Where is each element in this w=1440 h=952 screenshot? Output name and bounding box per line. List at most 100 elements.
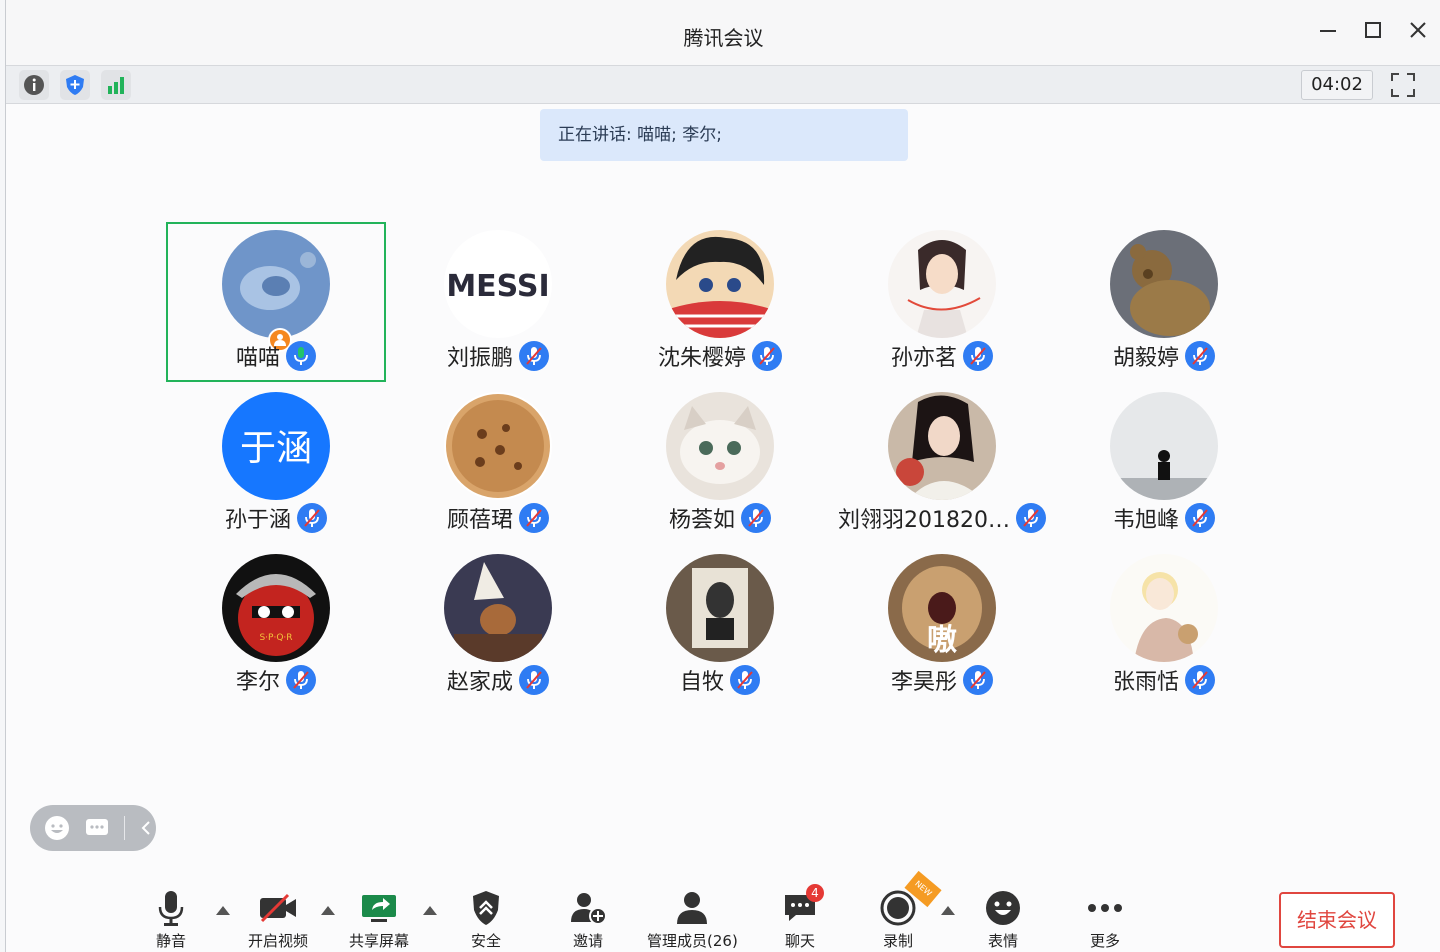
participant-avatar: S·P·Q·R xyxy=(222,554,330,662)
meeting-info-button[interactable] xyxy=(19,70,49,100)
participant-avatar xyxy=(666,392,774,500)
window-title: 腾讯会议 xyxy=(683,26,764,50)
mic-muted-icon xyxy=(519,503,549,533)
close-button[interactable] xyxy=(1404,20,1432,48)
chat-unread-badge: 4 xyxy=(806,884,824,902)
participant-name: 韦旭峰 xyxy=(1112,508,1179,533)
mute-options-arrow[interactable] xyxy=(216,906,230,915)
participant-tile[interactable]: 张雨恬 xyxy=(1054,546,1274,706)
maximize-button[interactable] xyxy=(1359,20,1387,48)
participant-name-row: 李昊彤 xyxy=(832,664,1052,696)
smiley-icon xyxy=(986,891,1020,925)
chevron-left-icon[interactable] xyxy=(139,818,153,838)
mic-muted-icon xyxy=(759,347,775,365)
meeting-timer: 04:02 xyxy=(1301,70,1373,100)
emoji-label: 表情 xyxy=(987,932,1018,950)
participant-tile[interactable]: 胡毅婷 xyxy=(1054,222,1274,382)
participant-tile[interactable]: 自牧 xyxy=(610,546,830,706)
participant-name-row: 赵家成 xyxy=(388,664,608,696)
mic-muted-icon xyxy=(1016,503,1046,533)
participant-avatar xyxy=(666,230,774,338)
mute-button[interactable]: 静音 xyxy=(128,888,214,951)
mic-muted-icon xyxy=(730,665,760,695)
participant-avatar xyxy=(888,392,996,500)
minimize-button[interactable] xyxy=(1314,20,1342,48)
participant-tile[interactable]: 顾蓓珺 xyxy=(388,384,608,544)
mic-muted-icon xyxy=(526,509,542,527)
participant-name: 刘振鹏 xyxy=(446,346,513,371)
participant-tile[interactable]: 于涵 孙于涵 xyxy=(166,384,386,544)
mic-muted-icon xyxy=(970,347,986,365)
participant-avatar xyxy=(1110,554,1218,662)
floating-reaction-pill[interactable] xyxy=(30,805,156,851)
participant-tile[interactable]: 赵家成 xyxy=(388,546,608,706)
svg-text:嗷: 嗷 xyxy=(927,623,957,658)
participant-name-row: 胡毅婷 xyxy=(1054,340,1274,372)
participant-name: 顾蓓珺 xyxy=(446,508,513,533)
participant-tile[interactable]: 刘翎羽2018200... xyxy=(832,384,1052,544)
security-status-button[interactable] xyxy=(60,70,90,100)
fullscreen-icon xyxy=(1391,73,1415,97)
record-button[interactable]: NEW 录制 xyxy=(855,870,942,951)
close-icon xyxy=(1410,22,1426,38)
emoji-button[interactable]: 表情 xyxy=(960,888,1046,951)
chat-button[interactable]: 4 聊天 xyxy=(757,884,843,951)
video-options-arrow[interactable] xyxy=(321,906,335,915)
svg-text:S·P·Q·R: S·P·Q·R xyxy=(259,633,292,643)
mic-muted-icon xyxy=(963,341,993,371)
participant-tile[interactable]: S·P·Q·R 李尔 xyxy=(166,546,386,706)
microphone-icon xyxy=(158,891,184,926)
mic-muted-icon xyxy=(748,509,764,527)
invite-user-icon xyxy=(571,893,607,925)
participant-name-row: 杨荟如 xyxy=(610,502,830,534)
mic-muted-icon xyxy=(286,665,316,695)
participant-tile[interactable]: MESSI 刘振鹏 xyxy=(388,222,608,382)
participant-name: 杨荟如 xyxy=(668,508,735,533)
fullscreen-button[interactable] xyxy=(1388,70,1418,100)
record-options-arrow[interactable] xyxy=(941,906,955,915)
mic-muted-icon xyxy=(963,665,993,695)
maximize-icon xyxy=(1365,22,1381,38)
mic-muted-icon xyxy=(1185,665,1215,695)
participant-name-row: 孙于涵 xyxy=(166,502,386,534)
participant-avatar xyxy=(1110,392,1218,500)
mic-muted-icon xyxy=(293,671,309,689)
video-button[interactable]: 开启视频 xyxy=(235,888,321,951)
participant-avatar xyxy=(222,230,330,338)
participant-name: 李昊彤 xyxy=(890,670,957,695)
mic-muted-icon xyxy=(519,341,549,371)
more-dots-icon xyxy=(1088,904,1122,912)
mic-muted-icon xyxy=(752,341,782,371)
share-screen-label: 共享屏幕 xyxy=(348,932,409,950)
network-status-button[interactable] xyxy=(101,70,131,100)
share-screen-button[interactable]: 共享屏幕 xyxy=(336,888,422,951)
mic-muted-icon xyxy=(1185,503,1215,533)
participant-name-row: 李尔 xyxy=(166,664,386,696)
security-button[interactable]: 安全 xyxy=(443,888,529,951)
invite-label: 邀请 xyxy=(572,932,603,950)
invite-button[interactable]: 邀请 xyxy=(545,888,631,951)
emoji-icon[interactable] xyxy=(44,815,70,841)
manage-members-button[interactable]: 管理成员(26) xyxy=(647,888,738,951)
participant-tile[interactable]: 孙亦茗 xyxy=(832,222,1052,382)
participant-name-row: 沈朱樱婷 xyxy=(610,340,830,372)
participant-avatar: 于涵 xyxy=(222,392,330,500)
participant-tile[interactable]: 嗷李昊彤 xyxy=(832,546,1052,706)
participant-avatar: 嗷 xyxy=(888,554,996,662)
meeting-window: 腾讯会议 04:02 正在讲话: 喵喵; 李尔; 喵喵 MESSI 刘振鹏 沈朱樱婷孙… xyxy=(5,0,1440,952)
svg-text:MESSI: MESSI xyxy=(446,269,549,304)
participant-tile[interactable]: 韦旭峰 xyxy=(1054,384,1274,544)
more-label: 更多 xyxy=(1089,932,1120,950)
participant-tile[interactable]: 杨荟如 xyxy=(610,384,830,544)
more-button[interactable]: 更多 xyxy=(1062,888,1148,951)
participant-tile[interactable]: 沈朱樱婷 xyxy=(610,222,830,382)
mic-muted-icon xyxy=(737,671,753,689)
share-options-arrow[interactable] xyxy=(423,906,437,915)
participant-name-row: 刘翎羽2018200... xyxy=(832,502,1052,534)
bullet-chat-icon[interactable] xyxy=(84,815,110,841)
video-off-icon xyxy=(260,893,296,923)
participant-tile[interactable]: 喵喵 xyxy=(166,222,386,382)
pill-divider xyxy=(124,816,125,840)
signal-icon xyxy=(108,77,124,94)
end-meeting-button[interactable]: 结束会议 xyxy=(1279,892,1395,948)
